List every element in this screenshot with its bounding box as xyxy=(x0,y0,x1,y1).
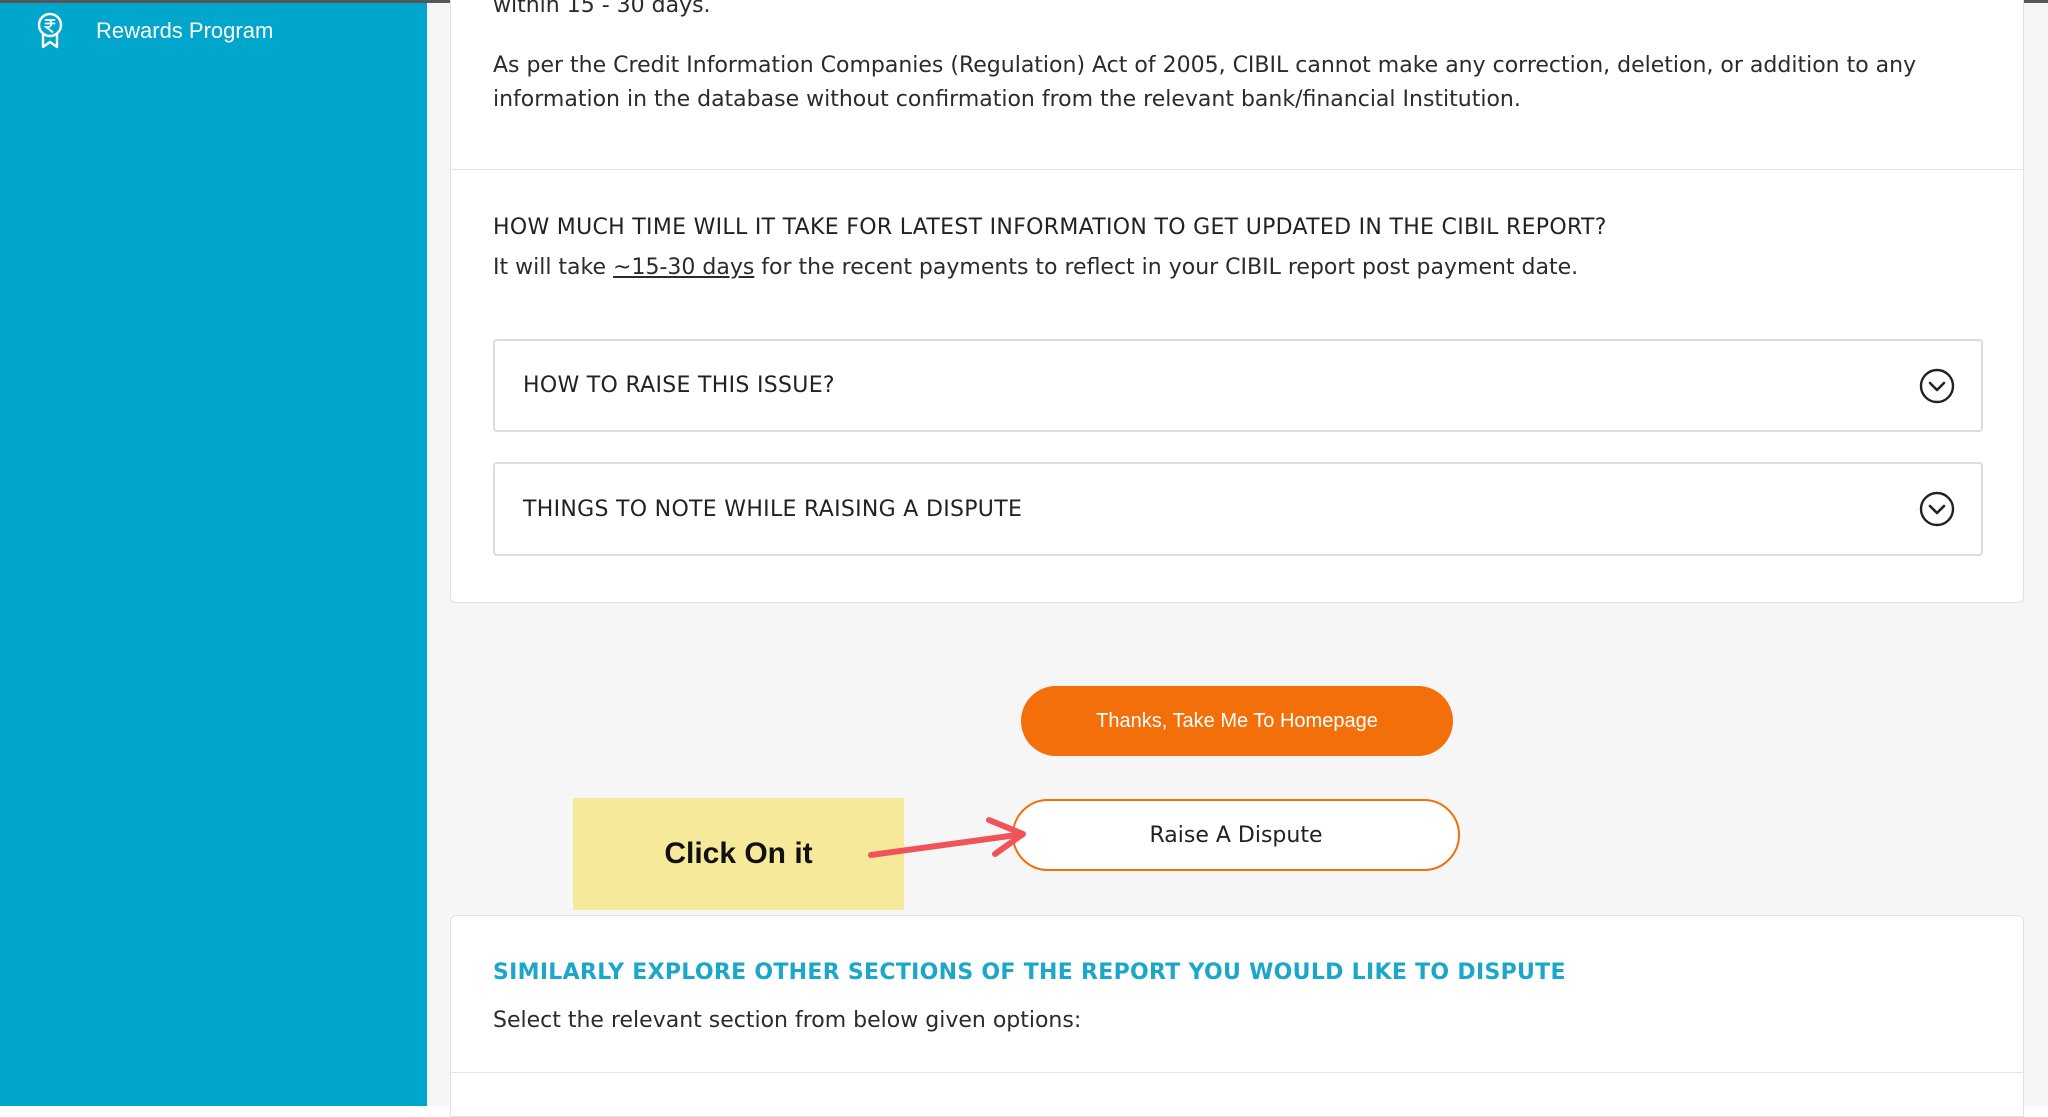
paragraph-act-line-2: information in the database without conf… xyxy=(493,87,1521,112)
faq-answer-prefix: It will take xyxy=(493,255,614,280)
paragraph-act-line-1: As per the Credit Information Companies … xyxy=(493,53,1917,78)
explore-sections-card: SIMILARLY EXPLORE OTHER SECTIONS OF THE … xyxy=(450,915,2024,1117)
click-instruction-callout: Click On it xyxy=(573,798,904,910)
paragraph-timeline: within 15 - 30 days. xyxy=(493,0,711,18)
duration-link[interactable]: ~15-30 days xyxy=(613,255,754,280)
pointer-arrow-icon xyxy=(868,817,1026,858)
sidebar: Rewards Program xyxy=(0,3,427,1106)
explore-subtitle: Select the relevant section from below g… xyxy=(493,1008,1082,1033)
main-content: within 15 - 30 days. As per the Credit I… xyxy=(427,0,2048,1117)
faq-answer: It will take ~15-30 days for the recent … xyxy=(493,251,1578,285)
accordion-how-to-raise[interactable]: HOW TO RAISE THIS ISSUE? xyxy=(493,339,1983,432)
accordion-label: THINGS TO NOTE WHILE RAISING A DISPUTE xyxy=(523,496,1023,522)
explore-title: SIMILARLY EXPLORE OTHER SECTIONS OF THE … xyxy=(493,960,1566,985)
faq-answer-suffix: for the recent payments to reflect in yo… xyxy=(754,255,1579,280)
chevron-down-circle-icon[interactable] xyxy=(1919,491,1955,527)
sidebar-item-rewards-program[interactable]: Rewards Program xyxy=(30,11,273,51)
section-divider xyxy=(451,1072,2023,1073)
info-card: within 15 - 30 days. As per the Credit I… xyxy=(450,0,2024,603)
faq-heading: HOW MUCH TIME WILL IT TAKE FOR LATEST IN… xyxy=(493,215,1607,240)
accordion-label: HOW TO RAISE THIS ISSUE? xyxy=(523,373,835,398)
rupee-badge-icon xyxy=(30,11,70,51)
accordion-things-to-note[interactable]: THINGS TO NOTE WHILE RAISING A DISPUTE xyxy=(493,462,1983,556)
chevron-down-circle-icon[interactable] xyxy=(1919,368,1955,404)
raise-dispute-button[interactable]: Raise A Dispute xyxy=(1012,799,1460,871)
section-divider xyxy=(451,169,2023,170)
take-me-to-homepage-button[interactable]: Thanks, Take Me To Homepage xyxy=(1021,686,1453,756)
sidebar-item-label: Rewards Program xyxy=(96,18,274,43)
